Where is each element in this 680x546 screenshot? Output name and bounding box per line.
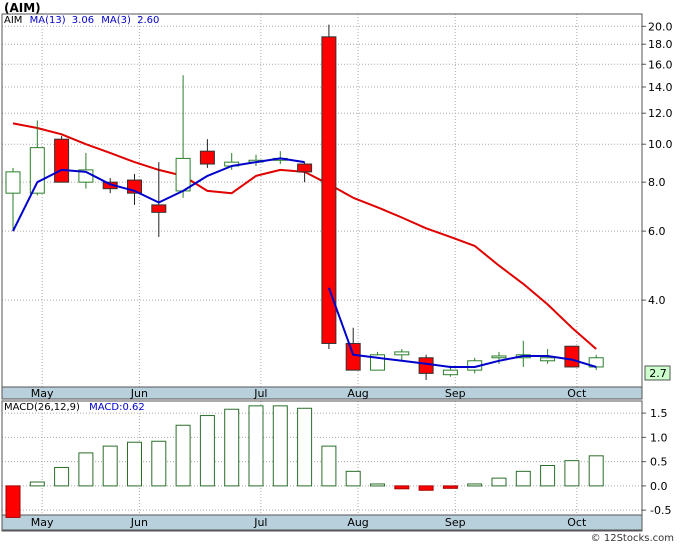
price-x-tick-label: Jun	[130, 387, 148, 400]
price-y-tick-label: 16.0	[648, 58, 673, 71]
candle-body	[442, 369, 458, 376]
macd-x-tick-label: Oct	[567, 516, 587, 529]
candle-body	[491, 355, 507, 359]
price-x-tick-label: Jul	[253, 387, 267, 400]
price-x-tick-label: Sep	[445, 387, 466, 400]
price-y-tick-label: 4.0	[648, 294, 666, 307]
ma13-layer	[12, 122, 597, 350]
candle	[394, 349, 410, 361]
candle-body	[29, 147, 45, 194]
macd-bar	[467, 483, 483, 487]
macd-y-tick-label: 0.0	[650, 480, 668, 493]
price-x-tick-label: Aug	[347, 387, 368, 400]
macd-bar	[175, 424, 191, 487]
macd-x-tick-label: Jul	[253, 516, 267, 529]
candle-body	[297, 163, 313, 173]
macd-bar	[272, 405, 288, 487]
macd-bar	[127, 441, 142, 487]
candle	[515, 340, 531, 367]
macd-bar	[248, 405, 264, 487]
macd-bar	[151, 440, 167, 487]
candle-body	[564, 345, 580, 368]
macd-bar	[588, 455, 604, 487]
macd-x-tick-label: May	[31, 516, 54, 529]
macd-y-tick-label: 1.0	[650, 431, 668, 444]
macd-bar	[491, 477, 507, 487]
price-x-tick-label: May	[31, 387, 54, 400]
candle	[418, 354, 434, 381]
candle	[370, 351, 385, 371]
candle-body	[151, 204, 167, 213]
price-x-tick-label: Oct	[567, 387, 587, 400]
price-date-band	[1, 386, 643, 400]
candle	[297, 162, 313, 183]
price-y-tick-label: 20.0	[648, 20, 673, 33]
price-y-tick-label: 12.0	[648, 107, 673, 120]
candle	[199, 139, 215, 168]
macd-bar	[394, 485, 410, 490]
macd-bar	[515, 470, 531, 487]
macd-x-tick-label: Jun	[130, 516, 148, 529]
macd-bar	[102, 445, 118, 487]
price-y-axis: 4.0 6.0 8.0 10.0 12.0 14.0 16.0 18.0 20.0	[642, 20, 673, 307]
price-y-tick-label: 10.0	[648, 138, 673, 151]
macd-x-tick-label: Sep	[445, 516, 466, 529]
candle-body	[321, 36, 337, 344]
candle-body	[394, 351, 410, 356]
candle-body	[199, 150, 215, 165]
macd-x-tick-label: Aug	[347, 516, 368, 529]
macd-y-tick-label: 1.5	[650, 407, 668, 420]
last-price-text: 2.7	[649, 367, 667, 380]
candle-body	[175, 157, 191, 192]
series-line-ma-13	[12, 122, 597, 350]
candle	[345, 327, 361, 371]
macd-bar	[297, 407, 313, 487]
macd-bar	[224, 408, 240, 487]
macd-bar	[540, 465, 556, 487]
macd-bar	[5, 485, 21, 518]
candle-body	[418, 357, 434, 374]
macd-y-axis: -0.5 0.0 0.5 1.0 1.5	[642, 407, 671, 517]
price-y-tick-label: 14.0	[648, 81, 673, 94]
macd-y-tick-label: -0.5	[650, 504, 671, 517]
candle-body	[345, 342, 361, 371]
price-y-tick-label: 6.0	[648, 225, 666, 238]
macd-bar	[418, 485, 434, 491]
macd-bar	[442, 485, 458, 489]
candle	[54, 135, 70, 183]
credit-text: © 12Stocks.com	[590, 533, 674, 544]
candle	[588, 354, 604, 371]
macd-bar	[54, 466, 70, 487]
ma3-layer	[12, 157, 597, 368]
candle-body	[54, 138, 70, 183]
macd-bar	[564, 460, 580, 487]
stock-chart: May Jun Jul Aug Sep Oct 4.0 6.0 8.0 10.0 12.0 14.0…	[1, 13, 673, 532]
macd-bar	[321, 445, 337, 487]
candle	[175, 75, 191, 198]
candle-body	[5, 171, 21, 194]
macd-bar	[29, 481, 45, 487]
macd-date-band	[1, 514, 643, 531]
macd-bar	[78, 452, 94, 487]
macd-y-tick-label: 0.5	[650, 456, 668, 469]
macd-bar	[199, 415, 215, 487]
candle-body	[540, 357, 556, 362]
macd-bar	[370, 483, 385, 487]
macd-bar	[345, 470, 361, 487]
candles	[5, 24, 604, 381]
price-y-tick-label: 8.0	[648, 176, 666, 189]
candle	[564, 345, 580, 368]
last-price-badge: 2.7	[644, 365, 671, 381]
price-y-tick-label: 18.0	[648, 38, 673, 51]
